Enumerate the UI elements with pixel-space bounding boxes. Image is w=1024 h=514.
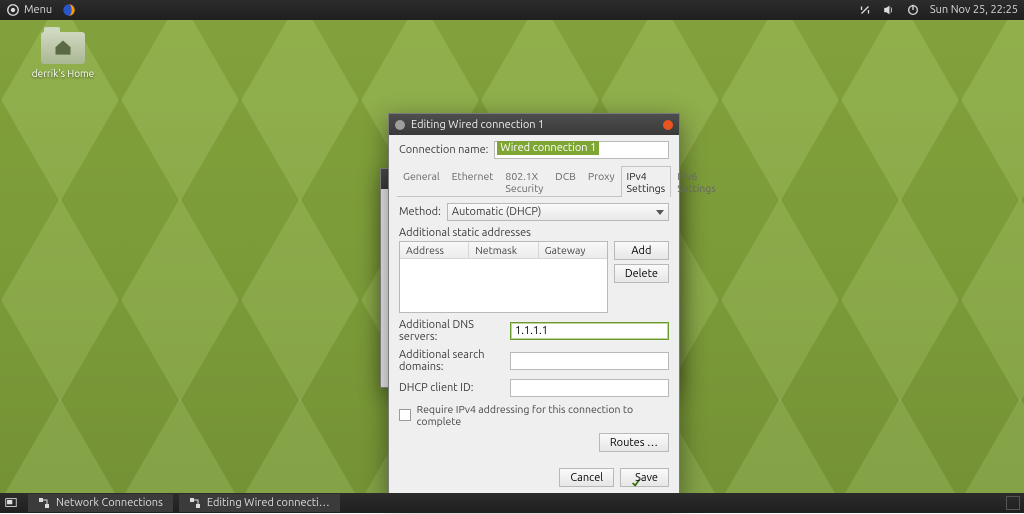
col-gateway: Gateway — [539, 242, 607, 258]
minimize-icon[interactable] — [395, 120, 405, 130]
save-button[interactable]: Save — [620, 468, 669, 487]
tab-bar: General Ethernet 802.1X Security DCB Pro… — [397, 165, 671, 197]
addresses-table[interactable]: Address Netmask Gateway — [399, 241, 608, 313]
search-domains-label: Additional search domains: — [399, 349, 504, 373]
tab-ipv6[interactable]: IPv6 Settings — [671, 166, 722, 197]
tab-ethernet[interactable]: Ethernet — [446, 166, 500, 197]
connection-name-value: Wired connection 1 — [497, 141, 599, 155]
task-editing-connection[interactable]: Editing Wired connecti… — [179, 494, 340, 512]
edit-connection-dialog: Editing Wired connection 1 Connection na… — [388, 113, 680, 498]
cancel-button[interactable]: Cancel — [559, 468, 614, 487]
house-icon — [47, 38, 79, 58]
window-title: Editing Wired connection 1 — [411, 119, 657, 131]
dns-label: Additional DNS servers: — [399, 319, 504, 343]
routes-button[interactable]: Routes … — [599, 433, 669, 452]
show-desktop-icon[interactable] — [4, 496, 18, 510]
menu-icon — [6, 3, 20, 17]
save-label: Save — [635, 472, 658, 484]
col-netmask: Netmask — [469, 242, 538, 258]
require-ipv4-checkbox[interactable] — [399, 409, 411, 421]
tab-general[interactable]: General — [397, 166, 446, 197]
tab-dcb[interactable]: DCB — [549, 166, 582, 197]
search-domains-input[interactable] — [510, 352, 669, 370]
dns-input[interactable] — [510, 322, 669, 340]
close-icon[interactable] — [663, 120, 673, 130]
chevron-down-icon — [656, 210, 664, 215]
network-icon — [38, 497, 50, 509]
clock[interactable]: Sun Nov 25, 22:25 — [930, 4, 1018, 16]
network-tray-icon[interactable] — [858, 3, 872, 17]
col-address: Address — [400, 242, 469, 258]
volume-tray-icon[interactable] — [882, 3, 896, 17]
method-combo[interactable]: Automatic (DHCP) — [447, 203, 669, 221]
method-label: Method: — [399, 206, 441, 218]
task-label: Network Connections — [56, 497, 163, 509]
menu-label: Menu — [24, 4, 52, 16]
workspace-switcher[interactable] — [1006, 496, 1020, 510]
dhcp-client-id-input[interactable] — [510, 379, 669, 397]
tab-ipv4[interactable]: IPv4 Settings — [621, 166, 672, 197]
menu-button[interactable]: Menu — [6, 3, 52, 17]
task-network-connections[interactable]: Network Connections — [28, 494, 173, 512]
home-folder-icon[interactable]: derrik's Home — [28, 32, 98, 79]
method-value: Automatic (DHCP) — [452, 206, 542, 218]
top-panel: Menu Sun Nov 25, 22:25 — [0, 0, 1024, 20]
addresses-section-label: Additional static addresses — [399, 227, 669, 239]
connection-name-input[interactable]: Wired connection 1 — [494, 141, 669, 159]
tab-8021x[interactable]: 802.1X Security — [499, 166, 549, 197]
dhcp-client-id-label: DHCP client ID: — [399, 382, 504, 394]
tab-proxy[interactable]: Proxy — [582, 166, 621, 197]
firefox-icon[interactable] — [62, 3, 76, 17]
titlebar[interactable]: Editing Wired connection 1 — [389, 114, 679, 135]
task-label: Editing Wired connecti… — [207, 497, 330, 509]
network-icon — [189, 497, 201, 509]
delete-button[interactable]: Delete — [614, 264, 669, 283]
bottom-panel: Network Connections Editing Wired connec… — [0, 493, 1024, 513]
connection-name-label: Connection name: — [399, 144, 488, 156]
add-button[interactable]: Add — [614, 241, 669, 260]
power-tray-icon[interactable] — [906, 3, 920, 17]
require-ipv4-label: Require IPv4 addressing for this connect… — [417, 403, 669, 427]
home-folder-label: derrik's Home — [28, 68, 98, 79]
